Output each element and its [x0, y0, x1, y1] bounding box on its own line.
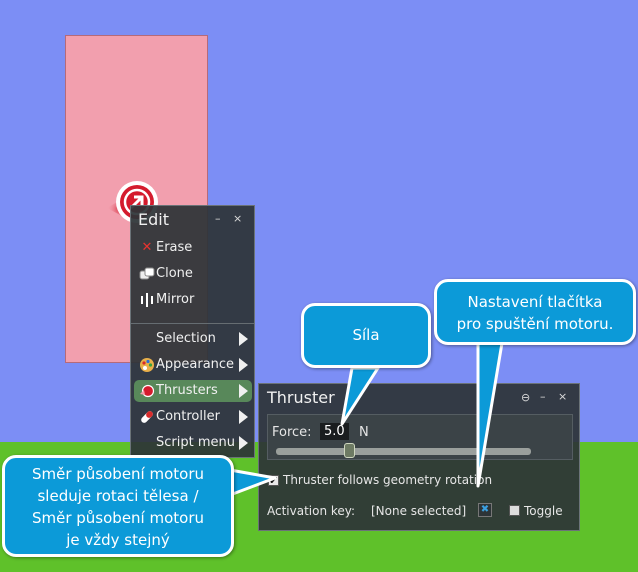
callout-activation-key: Nastavení tlačítka pro spuštění motoru.: [434, 279, 636, 345]
callout-direction-line: Směr působení motoru: [31, 509, 205, 527]
callout-force-text: Síla: [352, 326, 380, 344]
callout-direction-line: je vždy stejný: [66, 531, 170, 549]
callout-direction-line: sleduje rotaci tělesa /: [37, 487, 199, 505]
callout-direction: Směr působení motoru sleduje rotaci těle…: [2, 455, 234, 557]
callout-direction-line: Směr působení motoru: [31, 465, 205, 483]
callout-force: Síla: [301, 303, 431, 368]
callout-activation-line: pro spuštění motoru.: [456, 315, 614, 333]
callout-activation-line: Nastavení tlačítka: [467, 293, 603, 311]
